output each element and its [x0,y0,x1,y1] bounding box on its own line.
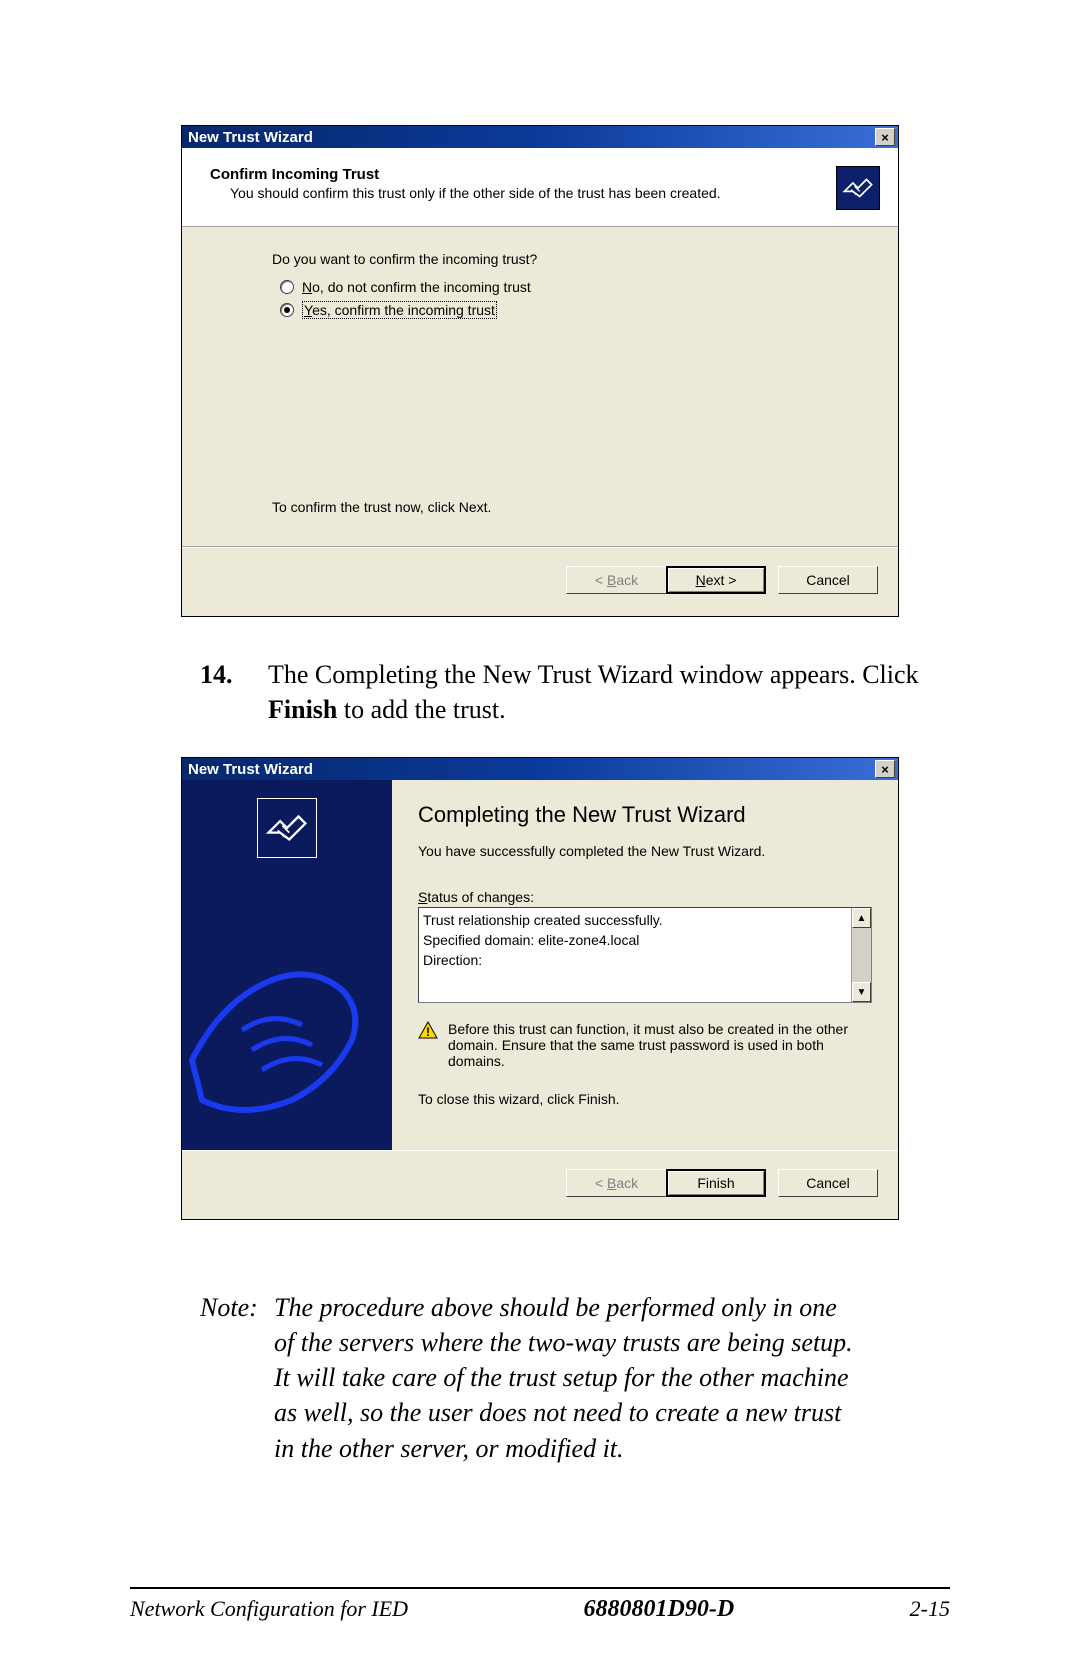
wizard-sidebar-image [182,780,392,1150]
complete-subtitle: You have successfully completed the New … [418,843,872,859]
header-subtitle: You should confirm this trust only if th… [230,185,826,201]
footer-left: Network Configuration for IED [130,1596,408,1622]
radio-option-no[interactable]: No, do not confirm the incoming trust [280,279,868,295]
scroll-up-icon[interactable]: ▲ [852,908,871,928]
svg-text:!: ! [426,1025,430,1039]
dialog-confirm-incoming-trust: New Trust Wizard × Confirm Incoming Trus… [181,125,899,617]
back-button[interactable]: < Back [566,566,666,594]
scroll-down-icon[interactable]: ▼ [852,982,871,1002]
radio-label-no: No, do not confirm the incoming trust [302,279,531,295]
step-text: The Completing the New Trust Wizard wind… [268,657,920,727]
cancel-button[interactable]: Cancel [778,566,878,594]
note-block: Note: The procedure above should be perf… [200,1290,860,1465]
scrollbar[interactable]: ▲ ▼ [851,908,871,1002]
footer-right: 2-15 [910,1596,950,1622]
titlebar: New Trust Wizard × [182,758,898,780]
dialog-completing-wizard: New Trust Wizard × Completing the New Tr… [181,757,899,1220]
cancel-button[interactable]: Cancel [778,1169,878,1197]
instruction-step-14: 14. The Completing the New Trust Wizard … [200,657,920,727]
step-number: 14. [200,657,268,727]
status-label: Status of changes: [418,889,872,905]
list-item: Direction: [423,950,847,970]
header-title: Confirm Incoming Trust [210,166,826,183]
close-hint: To close this wizard, click Finish. [418,1091,872,1107]
complete-title: Completing the New Trust Wizard [418,802,872,827]
list-item: Trust relationship created successfully. [423,910,847,930]
button-row: < Back Next > Cancel [182,547,898,616]
dialog-header: Confirm Incoming Trust You should confir… [182,148,898,227]
finish-button[interactable]: Finish [666,1169,766,1197]
warning-icon: ! [418,1021,438,1039]
note-text: The procedure above should be performed … [274,1290,860,1465]
handshake-icon [257,798,317,858]
status-listbox[interactable]: Trust relationship created successfully.… [418,907,872,1003]
footer-rule [130,1587,950,1589]
close-icon[interactable]: × [875,128,895,146]
titlebar-text: New Trust Wizard [188,761,313,778]
warning-text: Before this trust can function, it must … [448,1021,872,1069]
radio-option-yes[interactable]: Yes, confirm the incoming trust [280,301,868,319]
wizard-content: Completing the New Trust Wizard You have… [392,780,898,1150]
radio-icon [280,280,294,294]
page-footer: Network Configuration for IED 6880801D90… [130,1596,950,1623]
question-text: Do you want to confirm the incoming trus… [272,251,868,267]
handshake-large-icon [182,880,392,1140]
warning-row: ! Before this trust can function, it mus… [418,1021,872,1069]
close-icon[interactable]: × [875,760,895,778]
next-button[interactable]: Next > [666,566,766,594]
hint-text: To confirm the trust now, click Next. [272,499,868,515]
footer-center: 6880801D90-D [584,1596,735,1623]
titlebar-text: New Trust Wizard [188,129,313,146]
titlebar: New Trust Wizard × [182,126,898,148]
radio-label-yes: Yes, confirm the incoming trust [302,301,497,319]
button-row: < Back Finish Cancel [182,1150,898,1219]
back-button[interactable]: < Back [566,1169,666,1197]
dialog-body: Do you want to confirm the incoming trus… [182,227,898,547]
note-label: Note: [200,1290,274,1465]
handshake-icon [836,166,880,210]
list-item: Specified domain: elite-zone4.local [423,930,847,950]
radio-icon [280,303,294,317]
